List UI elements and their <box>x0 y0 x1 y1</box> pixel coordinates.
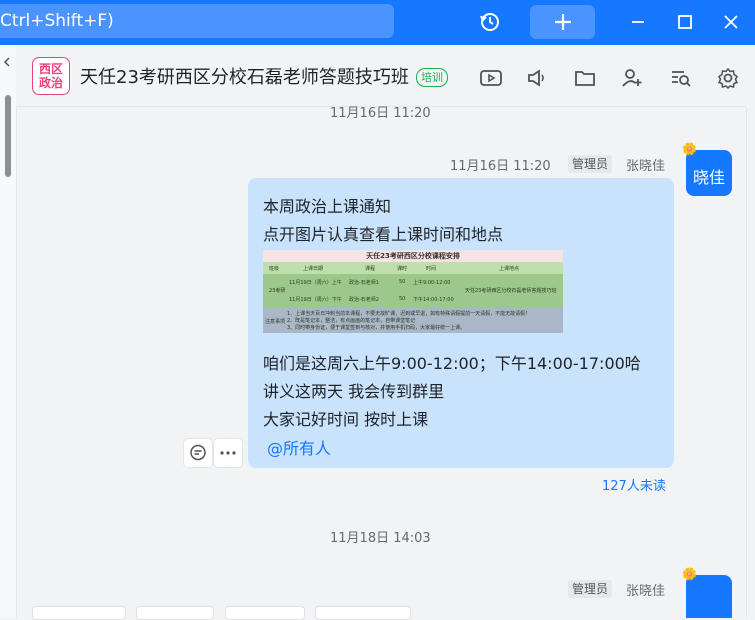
schedule-image[interactable]: 天任23考研西区分校课程安排 班级 上课日期 课程 课时 时间 上课地点 23考… <box>263 250 563 333</box>
schedule-header: 课时 <box>397 266 408 272</box>
schedule-note: 1、上课当天百日冲刺当前本课程，不要无故旷课，迟到或早退，如有特殊请假提前一天请… <box>287 311 531 317</box>
avatar[interactable]: 🌼 晓佳 <box>682 142 732 196</box>
schedule-note: 2、既是笔记本，整洁，有点画画的笔记本，自带课堂笔记 <box>287 318 416 324</box>
schedule-cell: 下午14:00-17:00 <box>413 297 454 303</box>
sender-name[interactable]: 张晓佳 <box>626 155 665 174</box>
group-tag: 培训 <box>416 68 448 87</box>
group-avatar[interactable]: 西区 政治 <box>32 57 70 95</box>
avatar[interactable]: 🌼 <box>682 567 732 618</box>
plus-icon <box>554 14 571 30</box>
add-button[interactable] <box>530 5 595 39</box>
reply-button[interactable] <box>183 438 213 468</box>
schedule-cell: 政治-石老师1 <box>349 280 379 286</box>
schedule-location: 天任23考研西区分校石磊老师答题技巧班 <box>465 288 557 294</box>
announcement-icon[interactable] <box>524 65 550 91</box>
add-member-icon[interactable] <box>619 65 645 91</box>
right-divider <box>746 108 747 618</box>
conversation-list-edge <box>0 45 17 618</box>
schedule-notes: 注意事项 1、上课当天百日冲刺当前本课程，不要无故旷课，迟到或早退，如有特殊请假… <box>263 308 563 333</box>
group-avatar-line1: 西区 <box>38 62 63 76</box>
folder-icon[interactable] <box>572 65 598 91</box>
schedule-cell: 50 <box>399 279 406 285</box>
chat-header: 西区 政治 天任23考研西区分校石磊老师答题技巧班 培训 <box>16 45 755 108</box>
avatar-text: 晓佳 <box>692 168 725 187</box>
schedule-header: 班级 <box>269 266 280 272</box>
group-avatar-line2: 政治 <box>38 76 63 90</box>
message-line-3: 咱们是这周六上午9:00-12:00；下午14:00-17:00哈 <box>263 354 641 373</box>
comment-icon <box>190 444 206 461</box>
search-history-icon[interactable] <box>668 65 694 91</box>
mention-all[interactable]: @所有人 <box>267 435 331 459</box>
minimize-icon[interactable] <box>622 6 654 38</box>
schedule-cell: 11月19日（周六）下午 <box>289 297 342 303</box>
title-bar: Ctrl+Shift+F) <box>0 0 755 45</box>
message-line-5: 大家记好时间 按时上课 <box>263 410 429 429</box>
timestamp-bottom: 11月18日 14:03 <box>330 531 431 546</box>
message-time: 11月16日 11:20 <box>450 159 551 174</box>
sender-name[interactable]: 张晓佳 <box>626 580 665 599</box>
schedule-notes-label: 注意事项 <box>265 319 286 325</box>
schedule-header: 课程 <box>365 266 376 272</box>
schedule-cell: 11月19日（周六）上午 <box>289 280 342 286</box>
avatar-badge-icon: 🌼 <box>682 567 697 581</box>
schedule-title: 天任23考研西区分校课程安排 <box>263 250 563 262</box>
schedule-note: 3、同时带身份证，便于课堂签到与核对，并使用手机扫码，大家最好统一上课。 <box>287 325 466 331</box>
schedule-header: 上课日期 <box>303 266 324 272</box>
history-icon[interactable] <box>474 6 506 38</box>
timestamp-top: 11月16日 11:20 <box>330 106 431 121</box>
close-icon[interactable] <box>715 6 747 38</box>
search-input[interactable]: Ctrl+Shift+F) <box>0 4 394 38</box>
message-line-4: 讲义这两天 我会传到群里 <box>263 382 445 401</box>
maximize-icon[interactable] <box>669 6 701 38</box>
message-line-1: 本周政治上课通知 <box>263 197 392 216</box>
role-badge: 管理员 <box>568 580 613 598</box>
message-bubble[interactable]: 本周政治上课通知 点开图片认真查看上课时间和地点 天任23考研西区分校课程安排 … <box>248 178 674 468</box>
message-line-2: 点开图片认真查看上课时间和地点 <box>263 225 504 244</box>
unread-count[interactable]: 127人未读 <box>602 475 666 494</box>
schedule-header: 上课地点 <box>499 266 520 272</box>
video-icon[interactable] <box>478 65 504 91</box>
avatar-badge-icon: 🌼 <box>682 142 697 156</box>
scrollbar[interactable] <box>5 95 11 177</box>
schedule-header: 时间 <box>426 266 437 272</box>
more-icon <box>220 451 236 455</box>
schedule-cell: 上午9:00-12:00 <box>413 280 451 286</box>
schedule-class: 23考研 <box>269 288 286 294</box>
chevron-left-icon[interactable] <box>2 57 12 67</box>
schedule-cell: 50 <box>399 296 406 302</box>
schedule-header-row: 班级 上课日期 课程 课时 时间 上课地点 <box>263 262 563 274</box>
schedule-cell: 政治-石老师2 <box>349 297 379 303</box>
more-button[interactable] <box>213 438 243 468</box>
group-title[interactable]: 天任23考研西区分校石磊老师答题技巧班 <box>80 63 409 89</box>
role-badge: 管理员 <box>568 155 613 173</box>
gear-icon[interactable] <box>715 65 741 91</box>
